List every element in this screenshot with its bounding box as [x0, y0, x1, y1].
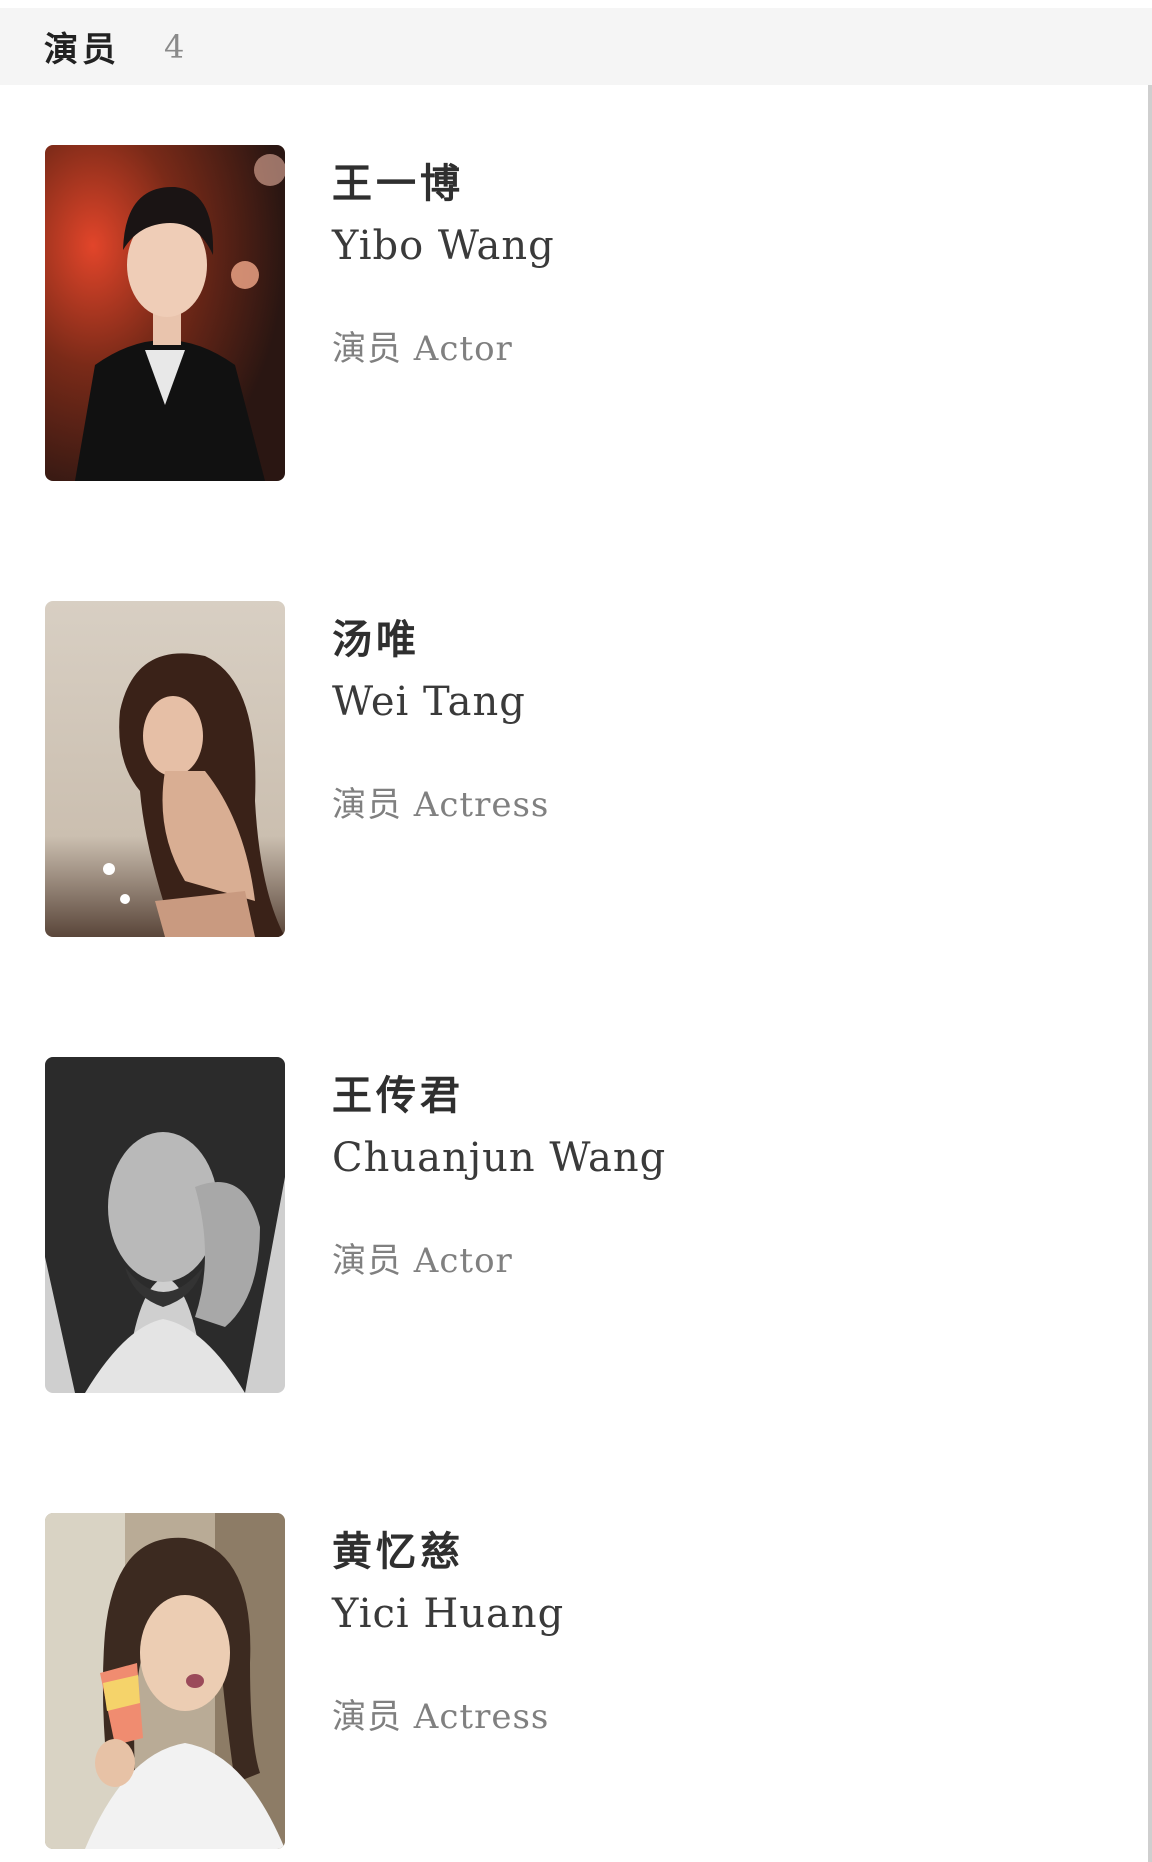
cast-photo[interactable]: [45, 1057, 285, 1393]
cast-item[interactable]: 黄忆慈 Yici Huang 演员 Actress: [0, 1513, 1148, 1853]
cast-role: 演员 Actress: [332, 785, 550, 825]
cast-name-cn: 黄忆慈: [332, 1528, 464, 1575]
cast-name-en: Chuanjun Wang: [332, 1135, 667, 1181]
cast-name-cn: 汤唯: [332, 616, 420, 663]
cast-item[interactable]: 王一博 Yibo Wang 演员 Actor: [0, 145, 1148, 485]
cast-photo-image: [45, 601, 285, 937]
section-title: 演员: [44, 30, 120, 70]
cast-role: 演员 Actor: [332, 1241, 513, 1281]
scroll-edge: [1148, 85, 1152, 1862]
cast-photo[interactable]: [45, 1513, 285, 1849]
cast-item[interactable]: 王传君 Chuanjun Wang 演员 Actor: [0, 1057, 1148, 1397]
cast-name-cn: 王一博: [332, 160, 464, 207]
cast-name-en: Yibo Wang: [332, 223, 555, 269]
cast-name-en: Wei Tang: [332, 679, 526, 725]
section-header: 演员 4: [0, 8, 1152, 85]
cast-photo[interactable]: [45, 601, 285, 937]
cast-name-en: Yici Huang: [332, 1591, 565, 1637]
cast-name-cn: 王传君: [332, 1072, 464, 1119]
cast-photo-image: [45, 145, 285, 481]
cast-photo-image: [45, 1057, 285, 1393]
cast-role: 演员 Actor: [332, 329, 513, 369]
cast-photo-image: [45, 1513, 285, 1849]
cast-item[interactable]: 汤唯 Wei Tang 演员 Actress: [0, 601, 1148, 941]
cast-role: 演员 Actress: [332, 1697, 550, 1737]
top-strip: [0, 0, 1152, 8]
cast-count: 4: [164, 27, 185, 66]
cast-photo[interactable]: [45, 145, 285, 481]
